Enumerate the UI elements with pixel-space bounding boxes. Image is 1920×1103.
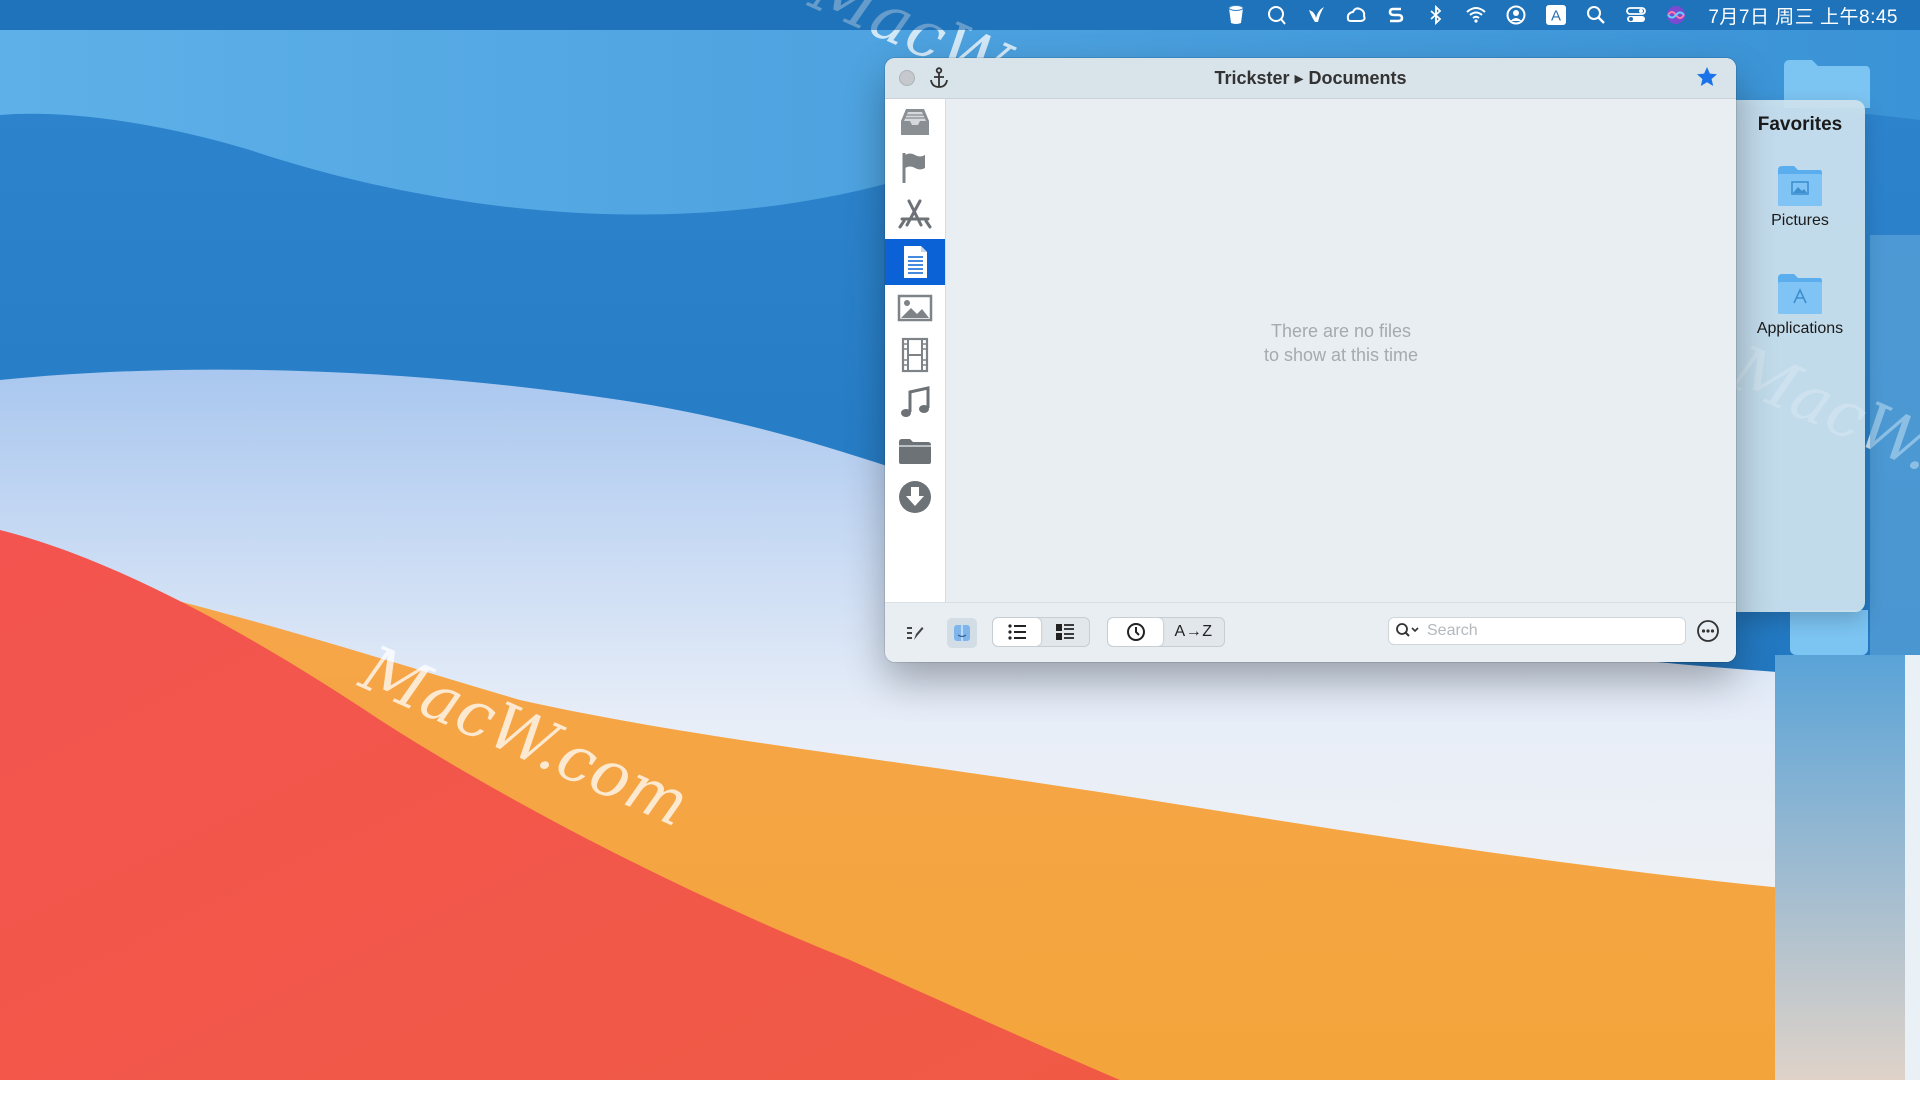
pictures-folder-icon bbox=[1778, 166, 1822, 206]
sidebar-item-flagged[interactable] bbox=[885, 145, 945, 191]
more-options-icon[interactable] bbox=[1695, 618, 1721, 644]
spotlight-search-icon[interactable] bbox=[1582, 2, 1610, 28]
trickster-window: Trickster ▸ Documents There are no files… bbox=[885, 58, 1736, 662]
view-mode-segmented-control bbox=[992, 617, 1090, 647]
music-note-icon bbox=[901, 386, 930, 417]
creative-cloud-icon[interactable] bbox=[1342, 2, 1370, 28]
favorite-label: Applications bbox=[1756, 320, 1844, 337]
sidebar-item-movies[interactable] bbox=[885, 332, 945, 378]
sidebar-item-documents[interactable] bbox=[885, 239, 945, 285]
finder-button[interactable] bbox=[947, 618, 977, 648]
sidebar-item-inbox[interactable] bbox=[885, 99, 945, 145]
finder-icon bbox=[954, 625, 970, 641]
picture-icon bbox=[897, 294, 933, 322]
bluetooth-icon[interactable] bbox=[1422, 2, 1450, 28]
sidebar-item-downloads[interactable] bbox=[885, 474, 945, 520]
cloud-storage-icon[interactable] bbox=[1222, 2, 1250, 28]
s-logo-icon[interactable] bbox=[1382, 2, 1410, 28]
control-center-icon[interactable] bbox=[1622, 2, 1650, 28]
sidebar-item-applications[interactable] bbox=[885, 191, 945, 237]
menu-bar: A 7月7日 周三 上午8:45 bbox=[0, 0, 1920, 30]
sidebar-item-pictures[interactable] bbox=[885, 285, 945, 331]
wifi-icon[interactable] bbox=[1462, 2, 1490, 28]
user-icon[interactable] bbox=[1502, 2, 1530, 28]
star-icon[interactable] bbox=[1695, 65, 1719, 89]
sidebar-item-folders[interactable] bbox=[885, 427, 945, 473]
applications-folder-icon bbox=[1778, 274, 1822, 314]
favorite-item-pictures[interactable]: Pictures bbox=[1735, 164, 1865, 230]
title-bar: Trickster ▸ Documents bbox=[885, 58, 1736, 99]
favorites-shelf: Favorites Pictures Applications bbox=[1735, 100, 1865, 612]
sort-az-label: A→Z bbox=[1174, 623, 1213, 640]
empty-state-message: There are no files to show at this time bbox=[1263, 321, 1419, 365]
edit-list-icon bbox=[907, 627, 924, 640]
siri-icon[interactable] bbox=[1662, 2, 1690, 28]
desktop-panel bbox=[1905, 655, 1920, 1080]
search-input[interactable] bbox=[1425, 621, 1669, 641]
desktop: MacW.com MacW.com MacW.com A 7月7日 周三 上午8… bbox=[0, 0, 1920, 1080]
favorites-title: Favorites bbox=[1757, 114, 1843, 135]
detail-view-icon bbox=[1056, 624, 1074, 640]
sort-by-date-button[interactable] bbox=[1108, 618, 1164, 646]
favorite-label: Pictures bbox=[1771, 212, 1829, 229]
clock-icon bbox=[1126, 623, 1145, 641]
flag-icon bbox=[902, 153, 925, 183]
sidebar bbox=[885, 99, 946, 602]
folder-icon bbox=[899, 439, 931, 464]
input-method-icon[interactable]: A bbox=[1542, 2, 1570, 28]
edit-button[interactable] bbox=[899, 618, 929, 648]
document-icon bbox=[904, 246, 927, 278]
chat-icon[interactable] bbox=[1262, 2, 1290, 28]
search-field[interactable] bbox=[1388, 617, 1686, 645]
file-list-area[interactable]: There are no files to show at this time bbox=[946, 99, 1736, 602]
download-icon bbox=[899, 481, 931, 513]
desktop-panel bbox=[1870, 235, 1920, 655]
app-store-icon bbox=[898, 199, 932, 229]
input-method-letter: A bbox=[1551, 8, 1561, 25]
favorite-item-applications[interactable]: Applications bbox=[1735, 272, 1865, 338]
bird-icon[interactable] bbox=[1302, 2, 1330, 28]
sort-segmented-control: A→Z bbox=[1107, 617, 1225, 647]
list-view-button[interactable] bbox=[993, 618, 1041, 646]
desktop-panel bbox=[1775, 655, 1910, 1080]
list-view-icon bbox=[1008, 624, 1026, 640]
search-icon bbox=[1396, 623, 1419, 637]
desktop-panel bbox=[1790, 610, 1868, 655]
film-icon bbox=[901, 337, 929, 373]
sidebar-item-music[interactable] bbox=[885, 380, 945, 426]
detail-view-button[interactable] bbox=[1041, 618, 1089, 646]
sort-alphabetical-button[interactable]: A→Z bbox=[1163, 618, 1224, 646]
window-title: Trickster ▸ Documents bbox=[1214, 68, 1407, 88]
menu-bar-clock[interactable]: 7月7日 周三 上午8:45 bbox=[1708, 2, 1898, 29]
inbox-tray-icon bbox=[901, 109, 929, 135]
bottom-toolbar: A→Z bbox=[885, 602, 1736, 662]
